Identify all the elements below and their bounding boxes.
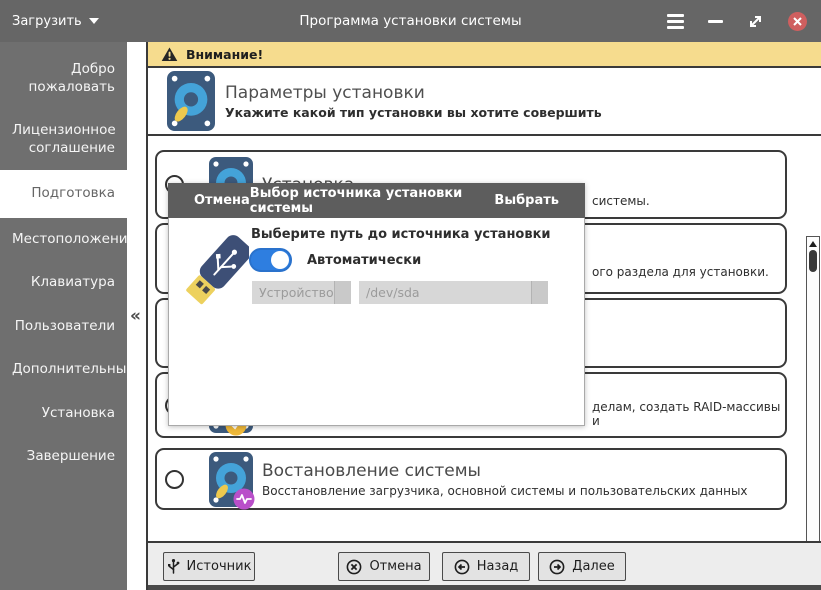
device-select-value: Устройство <box>259 285 334 300</box>
cancel-button[interactable]: Отмена <box>338 552 430 581</box>
option-desc: Восстановление загрузчика, основной сист… <box>262 484 748 498</box>
main-panel: Внимание! Параметры установки Укажите ка… <box>146 42 821 590</box>
expand-icon[interactable] <box>747 13 764 30</box>
sidebar-item-license[interactable]: Лицензионное соглашение <box>0 109 127 170</box>
source-dialog: Отмена Выбор источника установки системы… <box>168 183 585 426</box>
warning-label: Внимание! <box>186 47 263 62</box>
hdd-recovery-icon <box>209 452 253 507</box>
auto-toggle[interactable] <box>249 248 292 272</box>
radio-recovery[interactable] <box>165 470 184 489</box>
option-desc-fragment: ого раздела для установки. <box>592 265 769 279</box>
option-recovery[interactable]: Востановление системы Восстановление заг… <box>155 448 787 510</box>
sidebar-item-welcome[interactable]: Добро пожаловать <box>0 48 127 109</box>
sidebar-item-additional[interactable]: Дополнительный <box>0 348 127 392</box>
device-select[interactable]: Устройство <box>252 281 351 304</box>
path-select-value: /dev/sda <box>366 285 420 300</box>
path-select[interactable]: /dev/sda <box>359 281 548 304</box>
cancel-button-label: Отмена <box>369 559 421 574</box>
sidebar-item-install[interactable]: Установка <box>0 392 127 436</box>
minimize-icon[interactable] <box>708 20 723 23</box>
sidebar-item-location[interactable]: Местоположение <box>0 218 127 262</box>
auto-toggle-label: Автоматически <box>307 253 421 268</box>
dialog-title: Выбор источника установки системы <box>250 186 495 216</box>
scroll-up-icon[interactable] <box>809 241 817 247</box>
source-prompt: Выберите путь до источника установки <box>251 227 551 242</box>
device-select-button[interactable] <box>334 281 351 304</box>
warning-banner: Внимание! <box>148 42 821 68</box>
toggle-knob <box>271 251 289 269</box>
sidebar-item-finish[interactable]: Завершение <box>0 435 127 479</box>
back-button[interactable]: Назад <box>442 552 530 581</box>
next-circle-icon <box>549 559 565 575</box>
sidebar-item-users[interactable]: Пользователи <box>0 305 127 349</box>
page-title: Параметры установки <box>225 83 602 103</box>
warning-icon <box>161 47 178 62</box>
hdd-icon <box>167 71 215 131</box>
menu-icon[interactable] <box>667 14 684 29</box>
option-desc-fragment: системы. <box>592 194 650 208</box>
sidebar-item-keyboard[interactable]: Клавиатура <box>0 261 127 305</box>
footer-bar: Источник Отмена <box>148 541 821 585</box>
back-button-label: Назад <box>477 559 519 574</box>
next-button[interactable]: Далее <box>538 552 626 581</box>
sidebar-gutter: « <box>127 42 146 590</box>
collapse-sidebar-icon[interactable]: « <box>130 306 141 326</box>
vertical-scrollbar[interactable] <box>806 236 820 590</box>
next-button-label: Далее <box>572 559 614 574</box>
page-subtitle: Укажите какой тип установки вы хотите со… <box>225 105 602 120</box>
installer-window: Загрузить Программа установки системы <box>0 0 821 590</box>
usb-icon <box>167 558 180 575</box>
source-button-label: Источник <box>187 559 252 574</box>
close-icon[interactable] <box>788 12 807 31</box>
back-circle-icon <box>454 559 470 575</box>
scrollbar-thumb[interactable] <box>809 250 817 272</box>
usb-drive-icon <box>177 228 249 328</box>
source-dialog-header: Отмена Выбор источника установки системы… <box>168 183 585 218</box>
cancel-circle-icon <box>346 559 362 575</box>
option-title: Востановление системы <box>262 461 748 481</box>
dialog-select-button[interactable]: Выбрать <box>494 193 559 208</box>
titlebar: Загрузить Программа установки системы <box>0 0 821 42</box>
window-bottom-edge <box>148 585 821 590</box>
page-header: Параметры установки Укажите какой тип ус… <box>148 68 821 136</box>
dialog-cancel-button[interactable]: Отмена <box>194 193 250 208</box>
path-select-button[interactable] <box>531 281 548 304</box>
source-button[interactable]: Источник <box>163 552 255 581</box>
sidebar-item-preparation[interactable]: Подготовка <box>0 170 127 218</box>
option-desc-fragment: делам, создать RAID-массивы и <box>592 400 785 428</box>
steps-sidebar: Добро пожаловать Лицензионное соглашение… <box>0 42 127 590</box>
